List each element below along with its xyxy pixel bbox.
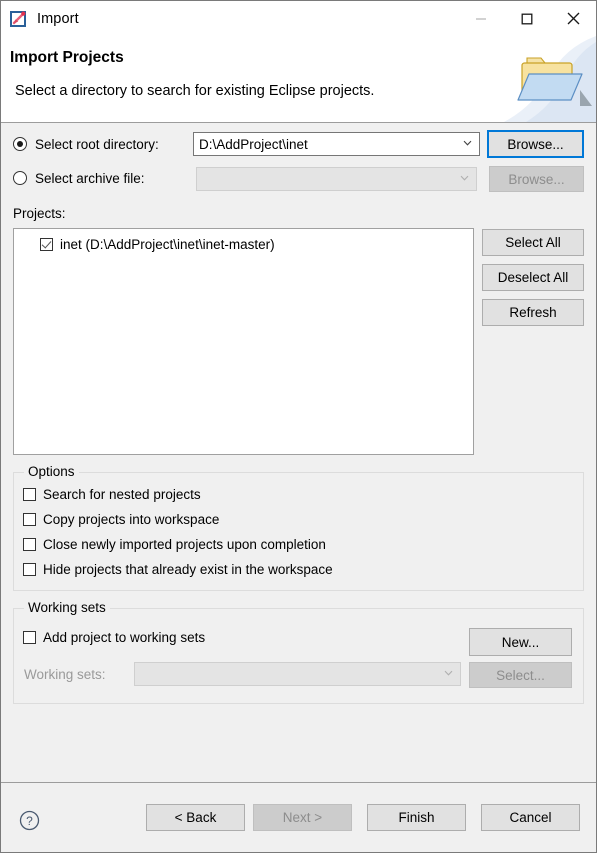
- deselect-all-button[interactable]: Deselect All: [482, 264, 584, 291]
- project-checkbox[interactable]: [40, 237, 53, 251]
- option-label: Hide projects that already exist in the …: [43, 562, 333, 577]
- option-label: Close newly imported projects upon compl…: [43, 537, 326, 552]
- refresh-button[interactable]: Refresh: [482, 299, 584, 326]
- import-icon: [10, 10, 28, 28]
- dialog-footer: ? < Back Next > Finish Cancel: [1, 782, 596, 852]
- open-folder-icon: [504, 36, 596, 122]
- working-sets-combo: [134, 662, 461, 686]
- close-button[interactable]: [550, 1, 596, 36]
- root-directory-combo[interactable]: D:\AddProject\inet: [193, 132, 480, 156]
- help-icon[interactable]: ?: [19, 810, 40, 831]
- option-copy-projects-into-workspace[interactable]: Copy projects into workspace: [14, 507, 583, 532]
- title-bar: Import: [1, 1, 596, 36]
- select-all-button[interactable]: Select All: [482, 229, 584, 256]
- back-button[interactable]: < Back: [146, 804, 245, 831]
- working-sets-combo-label: Working sets:: [24, 667, 106, 682]
- option-search-nested-projects[interactable]: Search for nested projects: [14, 482, 583, 507]
- chevron-down-icon: [444, 669, 453, 678]
- root-directory-value: D:\AddProject\inet: [199, 136, 308, 152]
- project-label: inet (D:\AddProject\inet\inet-master): [60, 236, 275, 252]
- working-sets-group: Working sets Add project to working sets…: [13, 600, 584, 704]
- import-dialog: Import Import Projects Select a director…: [0, 0, 597, 853]
- new-working-set-button[interactable]: New...: [469, 628, 572, 656]
- option-close-newly-imported-projects[interactable]: Close newly imported projects upon compl…: [14, 532, 583, 557]
- options-group-title: Options: [24, 464, 79, 479]
- svg-text:?: ?: [26, 814, 33, 828]
- option-hide-existing-projects[interactable]: Hide projects that already exist in the …: [14, 557, 583, 582]
- select-archive-file-label: Select archive file:: [35, 170, 145, 186]
- finish-button[interactable]: Finish: [367, 804, 466, 831]
- working-sets-group-title: Working sets: [24, 600, 110, 615]
- window-title: Import: [37, 10, 79, 27]
- archive-file-combo: [196, 167, 477, 191]
- window-controls: [458, 1, 596, 36]
- dialog-header: Import Projects Select a directory to se…: [1, 36, 596, 123]
- option-checkbox[interactable]: [23, 563, 36, 576]
- page-title: Import Projects: [10, 49, 124, 66]
- maximize-button[interactable]: [504, 1, 550, 36]
- chevron-down-icon: [463, 139, 472, 148]
- next-button: Next >: [253, 804, 352, 831]
- option-checkbox[interactable]: [23, 513, 36, 526]
- browse-root-directory-button[interactable]: Browse...: [487, 130, 584, 158]
- browse-archive-file-button: Browse...: [489, 166, 584, 192]
- select-archive-file-radio[interactable]: [13, 171, 27, 185]
- options-group: Options Search for nested projects Copy …: [13, 464, 584, 591]
- add-project-to-working-sets-checkbox[interactable]: [23, 631, 36, 644]
- projects-label: Projects:: [13, 206, 66, 221]
- option-label: Search for nested projects: [43, 487, 201, 502]
- add-project-to-working-sets-label: Add project to working sets: [43, 630, 206, 645]
- option-checkbox[interactable]: [23, 538, 36, 551]
- option-label: Copy projects into workspace: [43, 512, 220, 527]
- cancel-button[interactable]: Cancel: [481, 804, 580, 831]
- select-working-set-button: Select...: [469, 662, 572, 688]
- select-root-directory-label: Select root directory:: [35, 136, 159, 152]
- minimize-button[interactable]: [458, 1, 504, 36]
- list-item[interactable]: inet (D:\AddProject\inet\inet-master): [14, 234, 473, 254]
- chevron-down-icon: [460, 174, 469, 183]
- option-checkbox[interactable]: [23, 488, 36, 501]
- select-root-directory-radio[interactable]: [13, 137, 27, 151]
- page-description: Select a directory to search for existin…: [15, 83, 375, 99]
- projects-listbox[interactable]: inet (D:\AddProject\inet\inet-master): [13, 228, 474, 455]
- dialog-body: Select root directory: D:\AddProject\ine…: [1, 123, 596, 782]
